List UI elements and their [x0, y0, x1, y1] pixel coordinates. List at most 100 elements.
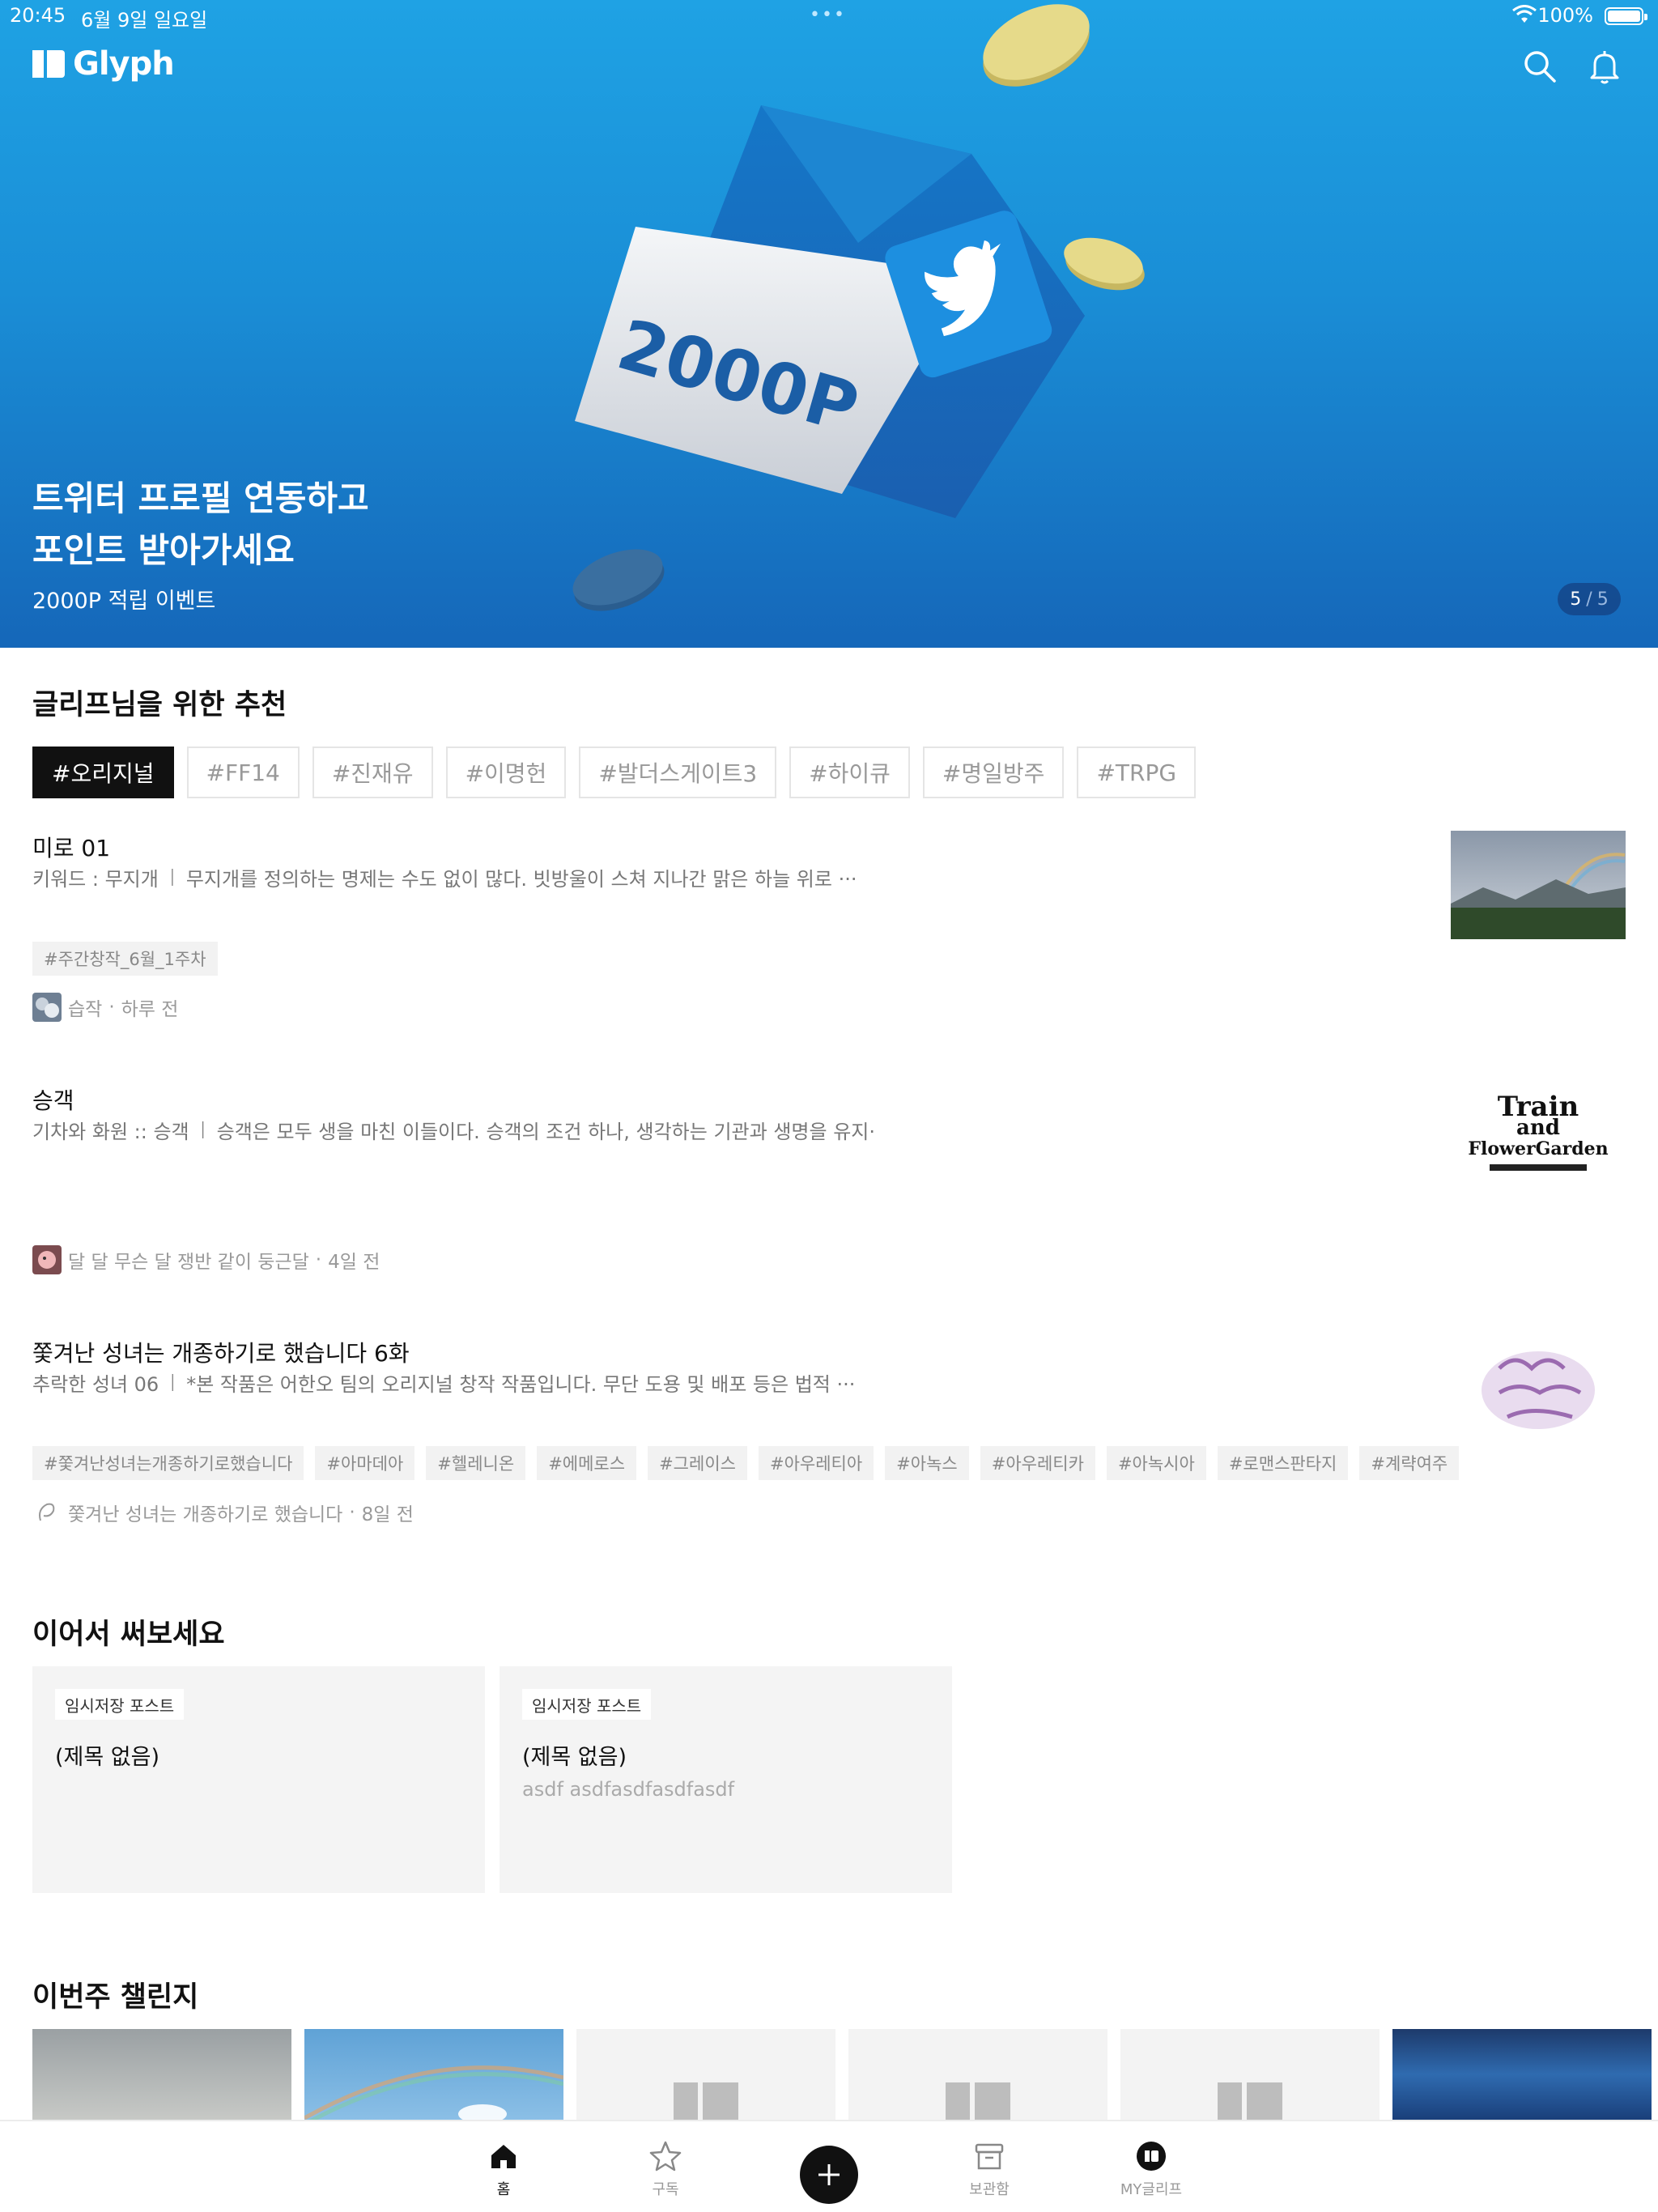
draft-body: asdf asdfasdfasdfasdf: [522, 1778, 735, 1801]
avatar: [32, 1245, 62, 1274]
post-meta: 습작 · 하루 전: [32, 993, 178, 1022]
rainbow-image: [303, 2065, 564, 2120]
avatar: [32, 993, 62, 1022]
post-tag[interactable]: #쫓겨난성녀는개종하기로했습니다: [32, 1446, 304, 1480]
post-card[interactable]: 미로 01 키워드 : 무지개 ꒐ 무지개를 정의하는 명제는 수도 없이 많다…: [32, 831, 1626, 1025]
tag-chip[interactable]: #이명헌: [445, 747, 567, 798]
hero-title-line2: 포인트 받아가세요: [32, 530, 295, 570]
tab-my-glyph[interactable]: MY글리프: [1086, 2139, 1216, 2199]
post-author[interactable]: 습작: [68, 993, 102, 1021]
post-excerpt: 기차와 화원 :: 승객 ꒐ 승객은 모두 생을 마친 이들이다. 승객의 조건…: [32, 1121, 874, 1143]
tab-my-label: MY글리프: [1120, 2181, 1183, 2198]
archive-box-icon: [975, 2143, 1004, 2170]
post-time: 8일 전: [361, 1504, 414, 1525]
draft-title: (제목 없음): [55, 1745, 160, 1770]
tab-home-label: 홈: [496, 2181, 511, 2198]
app-name: Glyph: [73, 45, 175, 83]
challenge-card[interactable]: [1120, 2029, 1380, 2120]
meta-dot: ·: [349, 1502, 355, 1523]
bell-icon[interactable]: [1585, 47, 1624, 86]
tag-chip[interactable]: #명일방주: [922, 747, 1065, 798]
post-tags: #쫓겨난성녀는개종하기로했습니다 #아마데아 #헬레니온 #에메로스 #그레이스…: [32, 1446, 1460, 1480]
post-card[interactable]: 승객 기차와 화원 :: 승객 ꒐ 승객은 모두 생을 마친 이들이다. 승객의…: [32, 1083, 1626, 1278]
post-excerpt: 추락한 성녀 06 ꒐ *본 작품은 어한오 팀의 오리지널 창작 작품입니다.…: [32, 1373, 856, 1396]
tag-chip[interactable]: #하이큐: [789, 747, 910, 798]
post-thumbnail: Train and FlowerGarden: [1451, 1083, 1626, 1192]
challenge-card[interactable]: [32, 2029, 291, 2120]
star-icon: [649, 2141, 682, 2172]
challenge-card[interactable]: [848, 2029, 1107, 2120]
meta-dot: ·: [315, 1249, 322, 1270]
pager-separator: /: [1586, 589, 1592, 610]
home-icon: [491, 2145, 516, 2168]
tag-chip[interactable]: #FF14: [186, 747, 300, 798]
post-tag[interactable]: #아우레티아: [758, 1446, 874, 1480]
create-post-button[interactable]: [800, 2146, 858, 2204]
challenge-card[interactable]: [576, 2029, 835, 2120]
challenge-card[interactable]: [303, 2029, 564, 2120]
challenge-carousel[interactable]: [32, 2029, 1658, 2120]
thumb-line1: Train: [1497, 1091, 1579, 1123]
post-tag[interactable]: #로맨스판타지: [1217, 1446, 1349, 1480]
app-logo[interactable]: Glyph: [32, 45, 175, 83]
post-tag[interactable]: #에메로스: [537, 1446, 637, 1480]
draft-card[interactable]: 임시저장 포스트 (제목 없음): [32, 1666, 485, 1893]
tag-chip[interactable]: #TRPG: [1077, 747, 1197, 798]
pager-total: 5: [1596, 589, 1609, 610]
post-excerpt: 키워드 : 무지개 ꒐ 무지개를 정의하는 명제는 수도 없이 많다. 빗방울이…: [32, 868, 857, 891]
post-meta: 달 달 무슨 달 쟁반 같이 둥근달 · 4일 전: [32, 1245, 380, 1274]
post-author[interactable]: 달 달 무슨 달 쟁반 같이 둥근달: [68, 1246, 309, 1274]
post-card[interactable]: 쫓겨난 성녀는 개종하기로 했습니다 6화 추락한 성녀 06 ꒐ *본 작품은…: [32, 1336, 1626, 1530]
tag-chip[interactable]: #오리지널: [32, 747, 174, 798]
continue-section-title: 이어서 써보세요: [32, 1619, 225, 1651]
recommend-tag-filter: #오리지널 #FF14 #진재유 #이명헌 #발더스게이트3 #하이큐 #명일방…: [32, 747, 1197, 798]
post-author[interactable]: 쫓겨난 성녀는 개종하기로 했습니다: [68, 1499, 342, 1526]
pager-current: 5: [1570, 589, 1582, 610]
coin-icon: [983, 4, 1090, 87]
thumb-line2: and: [1516, 1116, 1560, 1140]
post-tag[interactable]: #주간창작_6월_1주차: [32, 942, 218, 976]
battery-icon: [1605, 7, 1647, 25]
post-tag[interactable]: #아우레티카: [980, 1446, 1095, 1480]
post-title: 미로 01: [32, 835, 111, 861]
tag-chip[interactable]: #진재유: [312, 747, 433, 798]
post-tag[interactable]: #그레이스: [648, 1446, 747, 1480]
tab-subscribe-label: 구독: [652, 2181, 679, 2198]
tab-storage[interactable]: 보관함: [925, 2139, 1054, 2199]
post-tag[interactable]: #아녹시아: [1106, 1446, 1206, 1480]
tag-chip[interactable]: #발더스게이트3: [579, 747, 777, 798]
post-tag[interactable]: #계략여주: [1359, 1446, 1460, 1480]
recommend-section-title: 글리프님을 위한 추천: [32, 689, 287, 721]
banner-pager: 5 / 5: [1558, 583, 1621, 615]
hero-subtitle: 2000P 적립 이벤트: [32, 589, 216, 614]
glyph-logo-icon: [32, 50, 65, 78]
post-meta: 쫓겨난 성녀는 개종하기로 했습니다 · 8일 전: [32, 1498, 414, 1527]
hero-title: 트위터 프로필 연동하고 포인트 받아가세요: [32, 473, 369, 576]
draft-badge: 임시저장 포스트: [522, 1689, 652, 1720]
post-time: 하루 전: [121, 999, 179, 1020]
glyph-placeholder-icon: [946, 2082, 1010, 2120]
hero-illustration: 2000P: [572, 4, 1145, 611]
tab-subscribe[interactable]: 구독: [601, 2139, 730, 2199]
post-tag[interactable]: #헬레니온: [426, 1446, 526, 1480]
hero-banner[interactable]: 20:45 6월 9일 일요일 ••• 100% Glyph 2000P 트위터…: [0, 0, 1658, 648]
search-icon[interactable]: [1520, 47, 1559, 86]
glyph-placeholder-icon: [1218, 2082, 1282, 2120]
draft-badge: 임시저장 포스트: [55, 1689, 185, 1720]
post-tag[interactable]: #아마데아: [315, 1446, 415, 1480]
avatar: [32, 1498, 62, 1527]
draft-title: (제목 없음): [522, 1745, 627, 1770]
post-tag[interactable]: #아녹스: [885, 1446, 969, 1480]
challenge-card[interactable]: [1392, 2029, 1652, 2120]
post-thumbnail: [1451, 831, 1626, 939]
status-date: 6월 9일 일요일: [81, 9, 208, 32]
tab-home[interactable]: 홈: [439, 2139, 568, 2199]
draft-card[interactable]: 임시저장 포스트 (제목 없음) asdf asdfasdfasdfasdf: [500, 1666, 952, 1893]
battery-percent: 100%: [1537, 4, 1593, 27]
glyph-placeholder-icon: [674, 2082, 738, 2120]
challenge-section-title: 이번주 챌린지: [32, 1981, 199, 2014]
post-tags: #주간창작_6월_1주차: [32, 942, 218, 976]
glyph-profile-icon: [1137, 2142, 1166, 2171]
wifi-icon: [1512, 5, 1537, 23]
plus-icon: [818, 2164, 840, 2185]
